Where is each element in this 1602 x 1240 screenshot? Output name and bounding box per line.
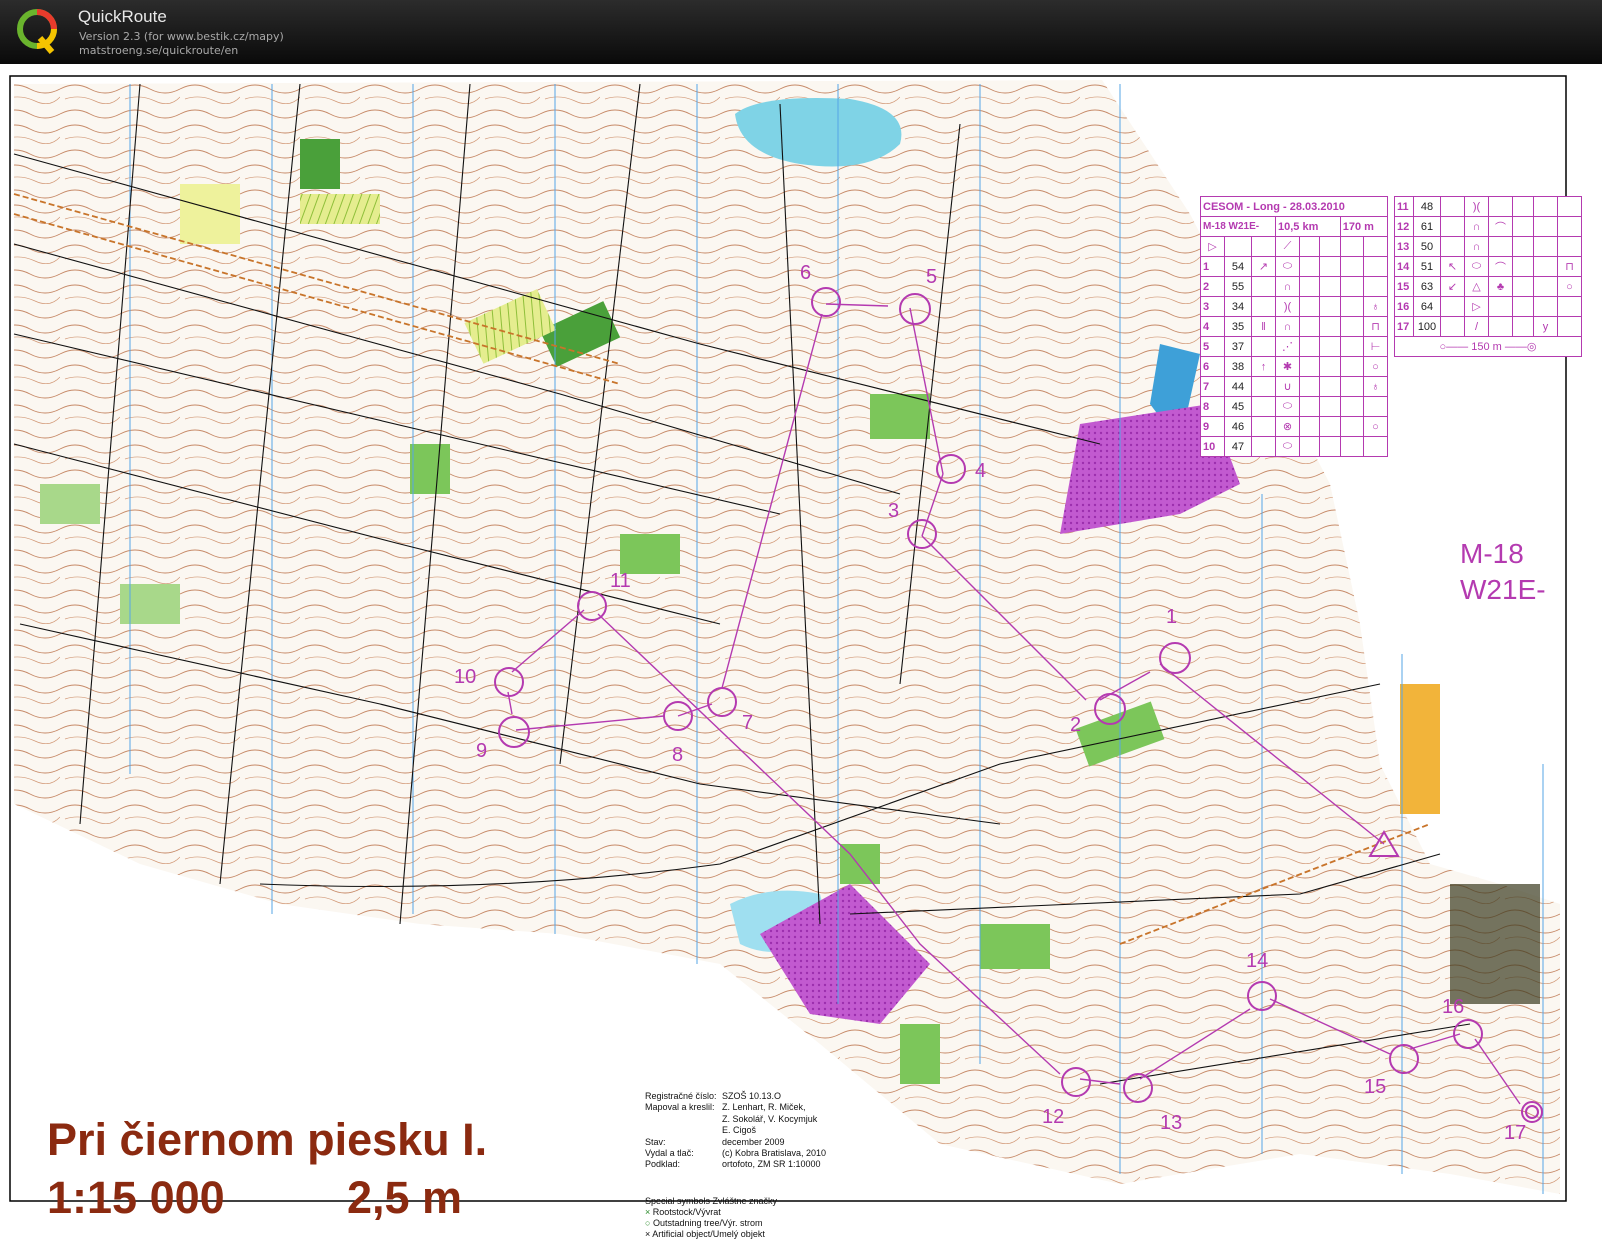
- control-number: 16: [1442, 996, 1465, 1018]
- finish-distance: 150 m: [1471, 341, 1502, 353]
- control-number: 15: [1364, 1076, 1387, 1098]
- control-number: 14: [1246, 950, 1269, 972]
- table-row: 8 45 ⬭: [1200, 396, 1388, 417]
- control-description-sheet: CESOM - Long - 28.03.2010 M-18 W21E- 10,…: [1200, 196, 1389, 457]
- control-number: 11: [610, 570, 631, 592]
- map-title: Pri čiernom piesku I.: [47, 1114, 488, 1165]
- table-row: 17 100/y: [1394, 316, 1582, 337]
- table-row: 12 61 ∩ ⌒: [1394, 216, 1582, 237]
- control-number: 2: [1070, 714, 1082, 736]
- control-number: 9: [476, 740, 488, 762]
- control-number: 17: [1504, 1122, 1527, 1144]
- control-number: 8: [672, 744, 684, 766]
- control-number: 7: [742, 712, 754, 734]
- quickroute-logo-icon: [17, 9, 57, 54]
- control-number: 4: [975, 460, 987, 482]
- table-row: 9 46 ⊗ ○: [1200, 416, 1388, 437]
- app-titlebar: QuickRoute Version 2.3 (for www.bestik.c…: [0, 0, 1602, 64]
- tree-icon: ○: [645, 1218, 651, 1228]
- table-row: 7 44 ∪ ♁: [1200, 376, 1388, 397]
- map-info: Registračné číslo: SZOŠ 10.13.O Mapoval a…: [645, 1091, 827, 1170]
- control-number: 12: [1042, 1106, 1065, 1128]
- table-row: 2 55 ∩: [1200, 276, 1388, 297]
- map-equidistance: 2,5 m: [347, 1172, 463, 1223]
- rootstock-icon: ×: [645, 1207, 651, 1217]
- course-class: M-18 W21E-: [1200, 216, 1276, 237]
- course-climb: 170 m: [1339, 216, 1389, 237]
- table-row: 14 51 ↖ ⬭ ⌒ ⊓: [1394, 256, 1582, 277]
- control-number: 10: [454, 666, 477, 688]
- start-triangle-icon: ▷: [1200, 236, 1225, 257]
- table-row: 5 37 ⋰ ⊢: [1200, 336, 1388, 357]
- app-version: Version 2.3 (for www.bestik.cz/mapy): [79, 30, 284, 43]
- table-row: 4 35 ‖ ∩ ⊓: [1200, 316, 1388, 337]
- control-number: 1: [1166, 606, 1178, 628]
- artificial-object-icon: ×: [645, 1229, 651, 1239]
- finish-start-icon: ○——: [1439, 341, 1469, 353]
- settlement: [1450, 884, 1540, 1004]
- course-label: M-18: [1460, 538, 1524, 569]
- app-name: QuickRoute: [78, 7, 167, 26]
- event-name: CESOM - Long - 28.03.2010: [1200, 196, 1388, 217]
- table-row: 3 34)(♁: [1200, 296, 1388, 317]
- map-scale: 1:15 000: [47, 1172, 225, 1223]
- table-row: 1 54 ↗ ⬭: [1200, 256, 1388, 277]
- special-symbols: Special symbols Zvláštne značky × Rootst…: [645, 1196, 778, 1239]
- table-row: 16 64 ▷: [1394, 296, 1582, 317]
- table-row: 15 63 ↙ △ ♣ ○: [1394, 276, 1582, 297]
- control-number: 6: [800, 262, 812, 284]
- map-view[interactable]: 1 2 3 4 5 6 7 8 9 10 11 12 13 14 15 16 1…: [0, 64, 1602, 1239]
- control-number: 3: [888, 500, 900, 522]
- green-patch: [300, 139, 340, 189]
- course-label-2: W21E-: [1460, 574, 1546, 605]
- symbols-title: Special symbols Zvláštne značky: [645, 1196, 778, 1206]
- table-row: 13 50 ∩: [1394, 236, 1582, 257]
- control-number: 13: [1160, 1112, 1183, 1134]
- control-description-sheet-2: 11 48)( 12 61 ∩ ⌒ 13 50 ∩ 14 51 ↖ ⬭ ⌒ ⊓ 15 63 ↙ △ ♣ ○ 16…: [1394, 196, 1582, 357]
- table-row: 11 48)(: [1394, 196, 1582, 217]
- app-url: matstroeng.se/quickroute/en: [79, 44, 239, 57]
- finish-end-icon: ——◎: [1504, 341, 1537, 353]
- course-length: 10,5 km: [1275, 216, 1341, 237]
- control-number: 5: [926, 266, 938, 288]
- table-row: 10 47 ⬭: [1200, 436, 1388, 457]
- sand-strip: [1400, 684, 1440, 814]
- table-row: 6 38 ↑ ✱ ○: [1200, 356, 1388, 377]
